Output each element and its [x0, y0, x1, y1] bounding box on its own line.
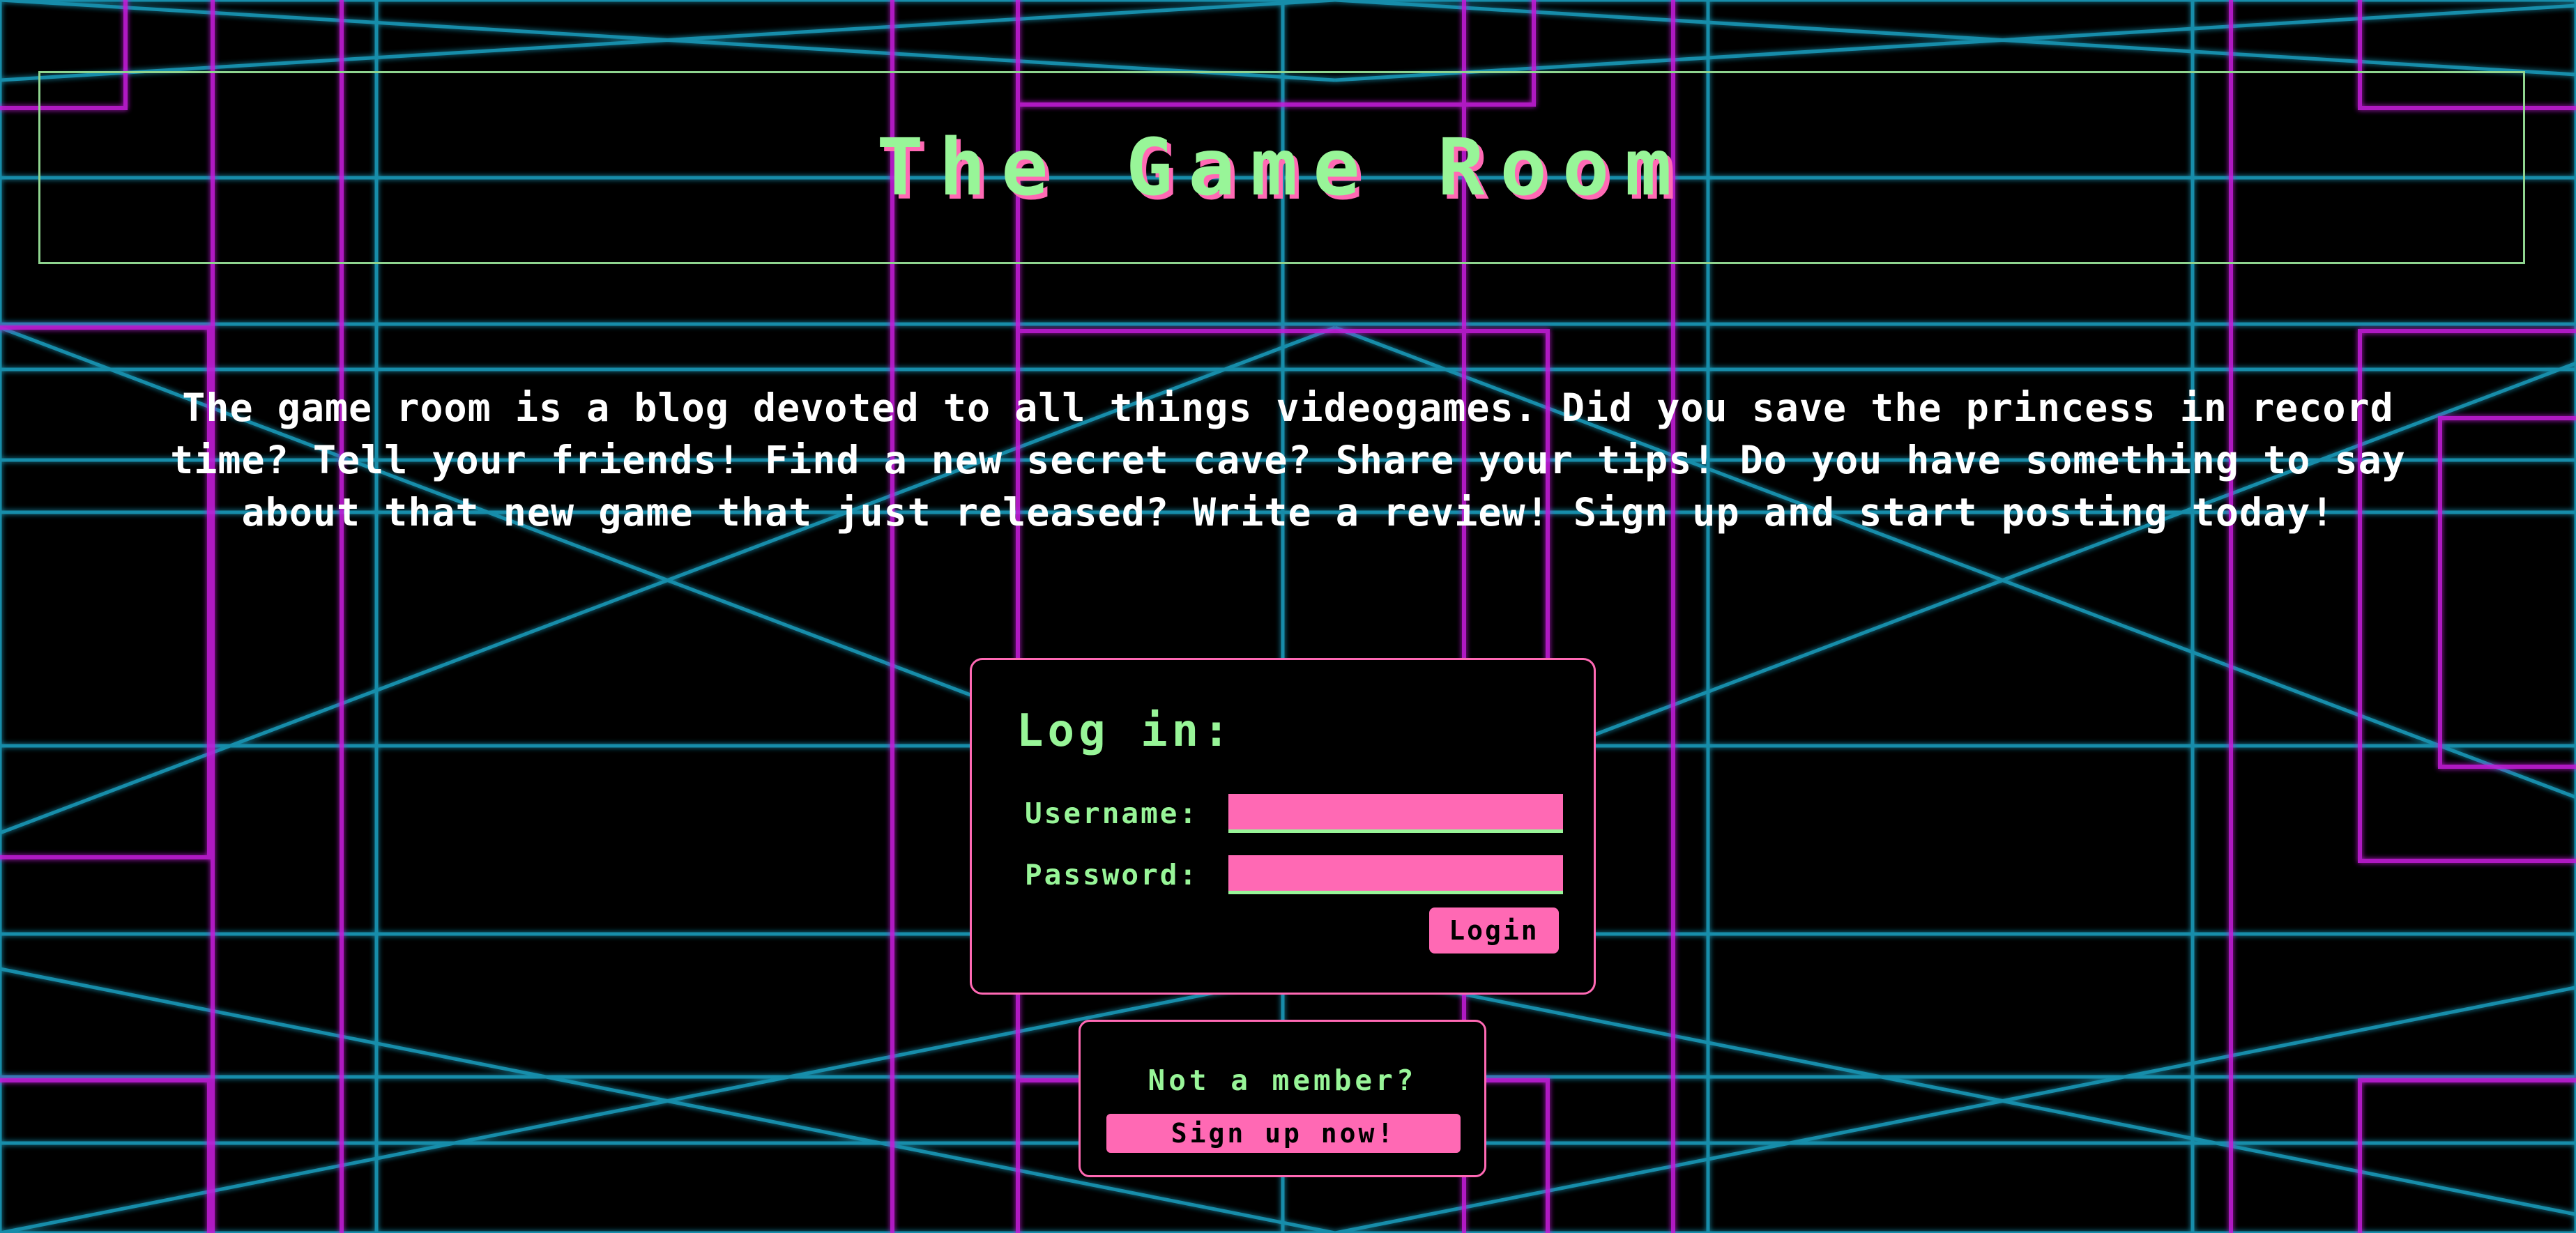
username-row: Username: [1025, 794, 1563, 833]
intro-paragraph: The game room is a blog devoted to all t… [170, 385, 2406, 535]
signup-panel: Not a member? Sign up now! [1079, 1020, 1486, 1177]
login-heading: Log in: [1016, 705, 1234, 757]
page: The Game Room The game room is a blog de… [0, 0, 2576, 1233]
signup-button[interactable]: Sign up now! [1106, 1114, 1461, 1153]
password-label: Password: [1025, 858, 1199, 891]
site-title: The Game Room [876, 122, 1687, 213]
login-button[interactable]: Login [1429, 907, 1559, 954]
password-row: Password: [1025, 855, 1563, 894]
login-panel: Log in: Username: Password: Login [970, 658, 1596, 995]
site-header: The Game Room [38, 71, 2525, 264]
password-input[interactable] [1228, 855, 1563, 894]
signup-prompt: Not a member? [1148, 1064, 1417, 1097]
username-label: Username: [1025, 797, 1199, 830]
username-input[interactable] [1228, 794, 1563, 833]
